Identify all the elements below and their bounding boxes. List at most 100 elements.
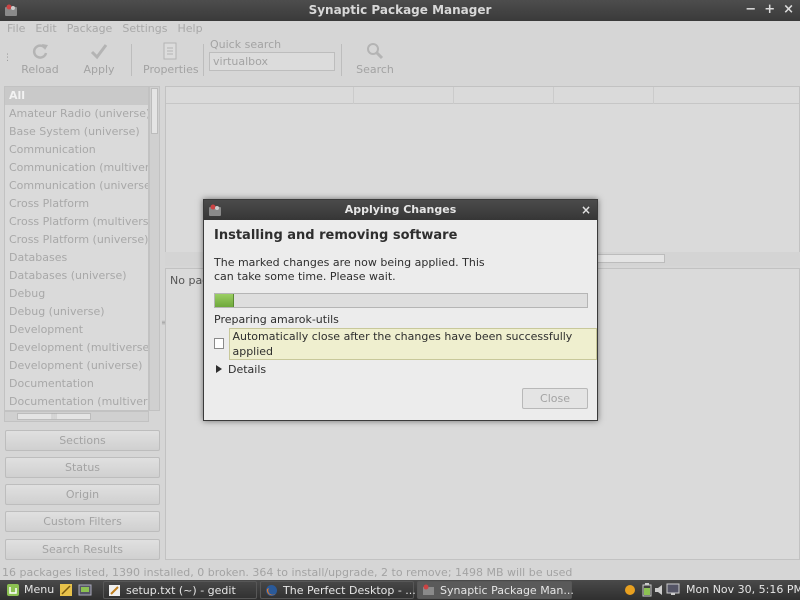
taskbar: Menu setup.txt (~) - gedit The Perfect D…	[0, 580, 800, 600]
sections-horizontal-scrollbar[interactable]: |||	[4, 411, 149, 422]
apply-button[interactable]: Apply	[82, 41, 116, 76]
task-label: The Perfect Desktop - ...	[283, 584, 416, 597]
column-divider[interactable]	[453, 87, 454, 104]
section-item[interactable]: Debug	[5, 285, 148, 303]
section-item[interactable]: Communication (universe)	[5, 177, 148, 195]
section-item[interactable]: Cross Platform (universe)	[5, 231, 148, 249]
column-divider[interactable]	[553, 87, 554, 104]
properties-button[interactable]: Properties	[143, 41, 199, 76]
window-title: Synaptic Package Manager	[308, 3, 492, 17]
terminal-launcher-icon[interactable]	[78, 583, 92, 597]
reload-label: Reload	[21, 63, 59, 76]
search-icon	[367, 43, 384, 60]
section-item[interactable]: Amateur Radio (universe)	[5, 105, 148, 123]
column-divider[interactable]	[653, 87, 654, 104]
menu-package[interactable]: Package	[67, 21, 113, 38]
apply-label: Apply	[83, 63, 115, 76]
applying-changes-dialog: Applying Changes × Installing and removi…	[203, 199, 598, 421]
section-item[interactable]: Documentation (multiverse)	[5, 393, 148, 410]
task-firefox[interactable]: The Perfect Desktop - ...	[260, 581, 416, 599]
section-item[interactable]: Documentation	[5, 375, 148, 393]
checkmark-icon	[90, 44, 108, 60]
sections-button[interactable]: Sections	[5, 430, 160, 451]
section-item[interactable]: Communication (multiverse)	[5, 159, 148, 177]
section-item[interactable]: Development	[5, 321, 148, 339]
toolbar: ⋮ Reload Apply Properties Quick search S…	[0, 38, 800, 82]
quick-search-input[interactable]	[209, 52, 335, 71]
status-bar: 16 packages listed, 1390 installed, 0 br…	[2, 566, 573, 579]
task-synaptic[interactable]: Synaptic Package Man...	[417, 581, 574, 599]
dialog-titlebar: Applying Changes ×	[204, 200, 597, 220]
sections-list: All Amateur Radio (universe) Base System…	[4, 86, 149, 411]
dialog-close-button[interactable]: Close	[522, 388, 588, 409]
gedit-icon	[109, 585, 120, 596]
section-item[interactable]: Development (universe)	[5, 357, 148, 375]
task-label: setup.txt (~) - gedit	[126, 584, 236, 597]
origin-button[interactable]: Origin	[5, 484, 160, 505]
search-results-button[interactable]: Search Results	[5, 539, 160, 560]
section-item-all[interactable]: All	[5, 87, 148, 105]
clock[interactable]: Mon Nov 30, 5:16 PM	[686, 581, 800, 599]
menu-help[interactable]: Help	[177, 21, 202, 38]
scrollbar-thumb[interactable]: |||	[17, 413, 91, 420]
toolbar-separator	[203, 44, 204, 76]
text-editor-launcher-icon[interactable]	[59, 583, 73, 597]
section-item[interactable]: Communication	[5, 141, 148, 159]
section-item[interactable]: Cross Platform (multiverse)	[5, 213, 148, 231]
section-item[interactable]: Databases	[5, 249, 148, 267]
dialog-heading: Installing and removing software	[214, 228, 458, 243]
expander-arrow-icon	[216, 365, 222, 373]
section-item[interactable]: Base System (universe)	[5, 123, 148, 141]
menu-edit[interactable]: Edit	[35, 21, 56, 38]
dialog-message: The marked changes are now being applied…	[214, 256, 485, 283]
menu-file[interactable]: File	[7, 21, 25, 38]
section-item[interactable]: Development (multiverse)	[5, 339, 148, 357]
start-menu-button[interactable]: Menu	[4, 581, 54, 599]
menu-settings[interactable]: Settings	[122, 21, 167, 38]
toolbar-grip: ⋮	[3, 53, 12, 63]
package-list-header	[166, 87, 799, 104]
volume-icon[interactable]	[654, 583, 666, 597]
reload-icon	[32, 44, 48, 59]
dialog-close-icon[interactable]: ×	[581, 200, 591, 220]
quick-search-label: Quick search	[210, 38, 282, 51]
firefox-icon	[266, 585, 277, 596]
reload-button[interactable]: Reload	[20, 41, 60, 76]
auto-close-option[interactable]: Automatically close after the changes ha…	[214, 327, 597, 360]
mint-logo-icon	[7, 584, 19, 596]
update-manager-icon[interactable]	[623, 583, 637, 597]
network-icon[interactable]	[666, 583, 680, 597]
details-label: Details	[228, 363, 267, 376]
task-label: Synaptic Package Man...	[440, 584, 574, 597]
battery-icon[interactable]	[642, 583, 652, 597]
section-item[interactable]: Cross Platform	[5, 195, 148, 213]
task-gedit[interactable]: setup.txt (~) - gedit	[103, 581, 257, 599]
custom-filters-button[interactable]: Custom Filters	[5, 511, 160, 532]
toolbar-separator	[341, 44, 342, 76]
search-button[interactable]: Search	[355, 41, 395, 76]
status-button[interactable]: Status	[5, 457, 160, 478]
maximize-button[interactable]: +	[764, 2, 775, 17]
synaptic-app-icon	[209, 204, 221, 216]
properties-icon	[163, 42, 177, 60]
section-item[interactable]: Databases (universe)	[5, 267, 148, 285]
sections-vertical-scrollbar[interactable]	[149, 86, 160, 411]
scrollbar-thumb[interactable]	[595, 254, 665, 263]
section-item[interactable]: Debug (universe)	[5, 303, 148, 321]
details-expander[interactable]: Details	[216, 363, 266, 376]
column-divider[interactable]	[353, 87, 354, 104]
scrollbar-thumb[interactable]	[151, 88, 158, 134]
dialog-title: Applying Changes	[344, 203, 457, 216]
window-close-button[interactable]: ×	[783, 2, 794, 17]
start-menu-label: Menu	[24, 583, 55, 596]
properties-label: Properties	[143, 63, 199, 76]
search-label: Search	[356, 63, 394, 76]
menu-bar: File Edit Package Settings Help	[0, 21, 800, 38]
progress-status-text: Preparing amarok-utils	[214, 313, 339, 326]
progress-fill	[215, 294, 234, 307]
minimize-button[interactable]: −	[745, 2, 756, 17]
toolbar-separator	[131, 44, 132, 76]
auto-close-label[interactable]: Automatically close after the changes ha…	[229, 327, 597, 360]
auto-close-checkbox[interactable]	[214, 338, 225, 349]
synaptic-icon	[423, 584, 434, 595]
